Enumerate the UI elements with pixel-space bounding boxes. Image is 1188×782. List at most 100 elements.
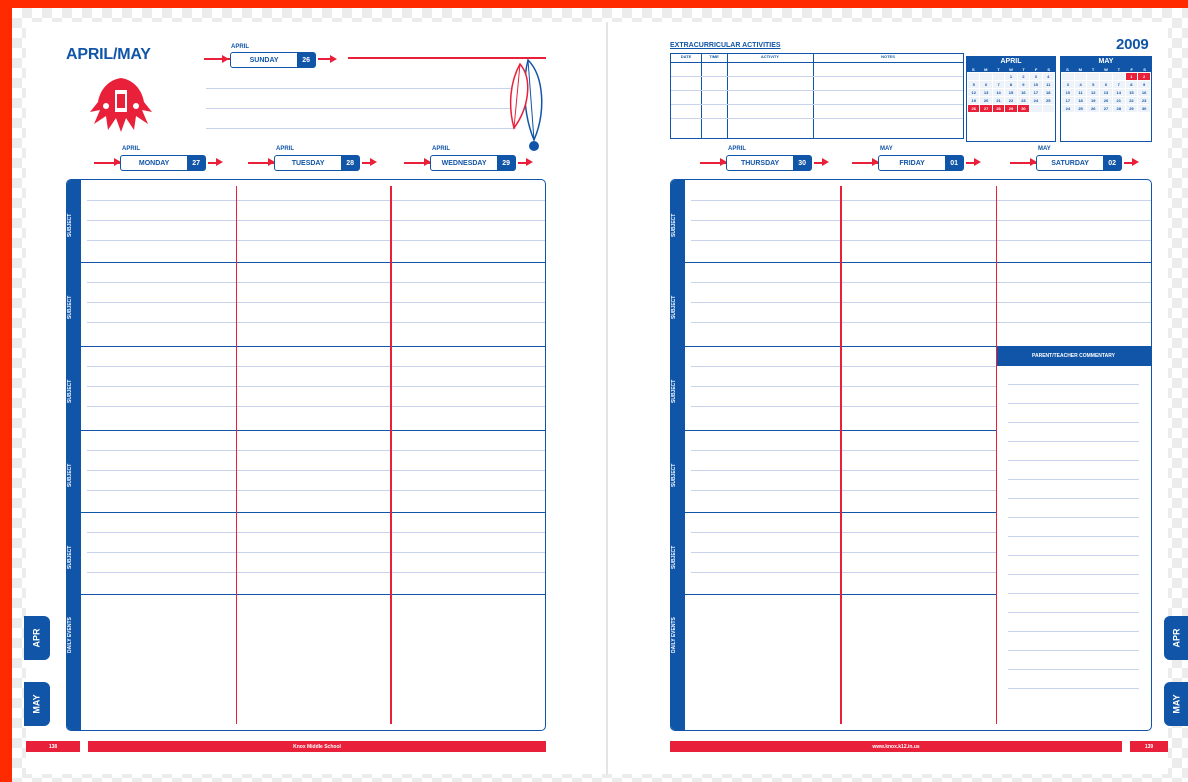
writing-line <box>87 386 545 387</box>
dow-label: W <box>1009 67 1013 72</box>
eca-divider <box>701 54 702 138</box>
friday-header[interactable]: FRIDAY 01 <box>878 155 964 171</box>
comment-line <box>1007 593 1139 594</box>
saturday-header[interactable]: SATURDAY 02 <box>1036 155 1122 171</box>
monday-header[interactable]: MONDAY 27 <box>120 155 206 171</box>
calendar-day: 29 <box>1125 105 1138 112</box>
row-divider <box>81 262 545 263</box>
eca-line <box>671 62 963 63</box>
sunday-month: APRIL <box>231 44 249 50</box>
wednesday-header[interactable]: WEDNESDAY 29 <box>430 155 516 171</box>
tuesday-header[interactable]: TUESDAY 28 <box>274 155 360 171</box>
writing-line <box>691 240 1151 241</box>
dow-label: T <box>997 67 1000 72</box>
writing-line <box>691 450 996 451</box>
page-title: APRIL/MAY <box>66 46 151 63</box>
comment-line <box>1007 384 1139 385</box>
sunday-arrowhead-right <box>330 55 337 63</box>
calendar-day: 23 <box>1017 97 1030 104</box>
eca-col-notes: NOTES <box>881 54 895 59</box>
day-name: MONDAY <box>138 159 170 167</box>
calendar-day: 5 <box>968 81 980 88</box>
calendar-day: 12 <box>1087 89 1100 96</box>
calendar-day: 25 <box>1042 97 1054 104</box>
year-label: 2009 <box>1116 36 1149 53</box>
row-divider <box>685 262 1151 263</box>
row-divider <box>81 594 545 595</box>
dow-label: S <box>1143 67 1146 72</box>
eca-col-time: TIME <box>709 54 719 59</box>
calendar-day: 28 <box>1112 105 1125 112</box>
tab-may-left[interactable]: MAY <box>24 682 50 726</box>
calendar-day <box>992 73 1005 80</box>
writing-line <box>87 470 545 471</box>
row-label: SUBJECT <box>67 295 73 319</box>
eca-line <box>671 118 963 119</box>
day-name: FRIDAY <box>899 159 925 167</box>
comment-line <box>1007 460 1139 461</box>
day-name: TUESDAY <box>291 159 325 167</box>
calendar-day: 24 <box>1062 105 1074 112</box>
sunday-arrowhead-left <box>222 55 229 63</box>
writing-line <box>691 572 996 573</box>
calendar-day: 22 <box>1005 97 1017 104</box>
eca-col-date: DATE <box>680 54 692 59</box>
calendar-day: 18 <box>1042 89 1054 96</box>
writing-line <box>87 366 545 367</box>
writing-line <box>87 302 545 303</box>
day-name: SUNDAY <box>249 56 279 64</box>
row-divider <box>685 346 1151 347</box>
writing-line <box>87 552 545 553</box>
calendar-day: 16 <box>1017 89 1030 96</box>
comment-line <box>1007 536 1139 537</box>
feathers-icon <box>509 58 543 151</box>
calendar-day: 11 <box>1074 89 1087 96</box>
tab-label: MAY <box>1172 694 1182 714</box>
calendar-day: 10 <box>1062 89 1074 96</box>
row-label: SUBJECT <box>671 379 677 403</box>
calendar-day: 1 <box>1005 73 1017 80</box>
thursday-header[interactable]: THURSDAY 30 <box>726 155 812 171</box>
day-date: 27 <box>187 156 205 170</box>
calendar-day <box>980 73 992 80</box>
footer-page-number: 139 <box>1130 741 1168 752</box>
monday-month: APRIL <box>122 146 140 152</box>
calendar-day: 7 <box>1112 81 1125 88</box>
calendar-day: 26 <box>968 105 980 112</box>
calendar-days: 1 2 3 4 5 6 7 8 9 10 11 12 13 14 15 16 17 18 19 20 21 22 23 24 2… <box>967 72 1055 113</box>
sunday-header[interactable]: SUNDAY 26 <box>230 52 316 68</box>
tab-apr-right[interactable]: APR <box>1164 616 1188 660</box>
writing-line <box>87 322 545 323</box>
row-label: DAILY EVENTS <box>67 617 73 653</box>
writing-line <box>691 302 1151 303</box>
writing-line <box>691 552 996 553</box>
day-date: 02 <box>1103 156 1121 170</box>
calendar-day: 4 <box>1042 73 1054 80</box>
tuesday-month: APRIL <box>276 146 294 152</box>
calendar-day: 4 <box>1074 81 1087 88</box>
column-divider <box>995 186 998 724</box>
tab-apr-left[interactable]: APR <box>24 616 50 660</box>
wednesday-month: APRIL <box>432 146 450 152</box>
calendar-day: 14 <box>992 89 1005 96</box>
calendar-day: 5 <box>1087 81 1100 88</box>
calendar-day: 26 <box>1087 105 1100 112</box>
dow-label: W <box>1104 67 1108 72</box>
saturday-month: MAY <box>1038 146 1051 152</box>
calendar-day: 18 <box>1074 97 1087 104</box>
calendar-days: 1 2 3 4 5 6 7 8 9 10 11 12 13 14 15 16 17 18 19 20 21 22 23 24 2… <box>1061 72 1151 113</box>
tab-label: MAY <box>32 694 42 714</box>
calendar-day <box>1100 73 1112 80</box>
dow-label: S <box>1047 67 1051 72</box>
calendar-day: 9 <box>1017 81 1030 88</box>
writing-line <box>691 366 996 367</box>
sunday-line <box>206 108 516 109</box>
calendar-april: APRIL SMTWTFS 1 2 3 4 5 6 7 8 9 10 11 12 13 14 15 16 17 1… <box>966 56 1056 142</box>
tab-may-right[interactable]: MAY <box>1164 682 1188 726</box>
calendar-day: 17 <box>1030 89 1042 96</box>
tab-label: APR <box>1171 628 1182 648</box>
calendar-day: 8 <box>1005 81 1017 88</box>
writing-line <box>691 322 1151 323</box>
calendar-day: 24 <box>1030 97 1042 104</box>
eca-divider <box>813 54 814 138</box>
